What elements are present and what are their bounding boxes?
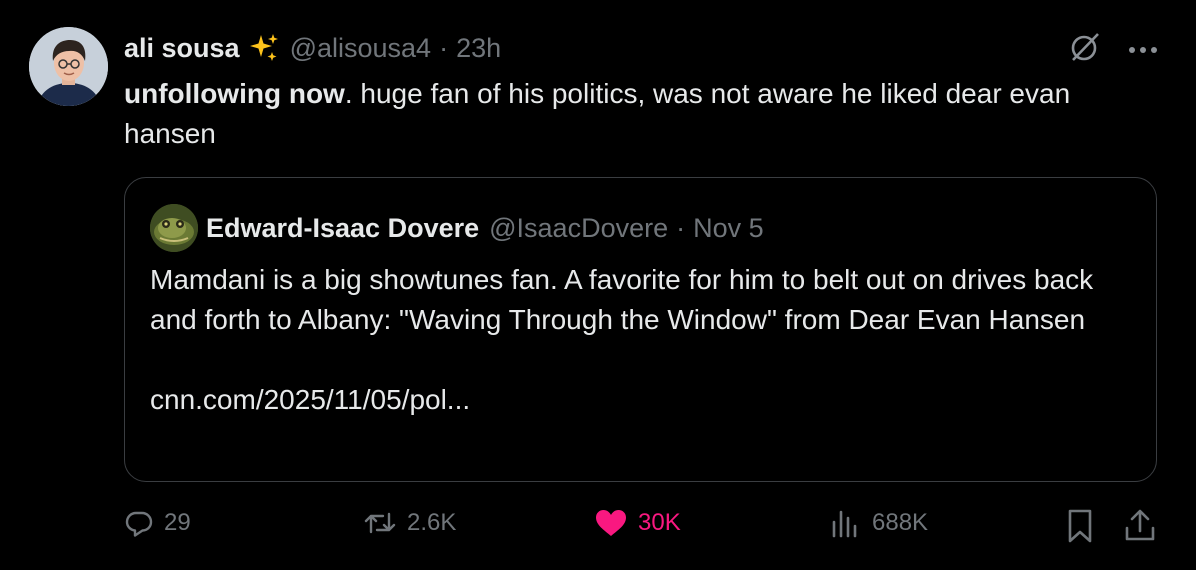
share-button[interactable] (1123, 508, 1157, 549)
tweet-text: unfollowing now. huge fan of his politic… (124, 74, 1164, 154)
bookmark-icon (1068, 509, 1092, 543)
like-count: 30K (638, 509, 681, 536)
repost-count: 2.6K (407, 509, 457, 536)
quote-header: Edward-Isaac Dovere @IsaacDovere · Nov 5 (150, 204, 764, 252)
reply-icon (125, 511, 153, 537)
heart-icon (596, 510, 626, 536)
separator-dot: · (439, 32, 449, 63)
views-button[interactable]: 688K (830, 508, 928, 538)
tweet-header: ali sousa @alisousa4 · 23h (124, 30, 501, 66)
quote-date[interactable]: Nov 5 (693, 213, 764, 244)
views-count: 688K (872, 509, 929, 536)
reply-count: 29 (164, 509, 191, 536)
avatar[interactable] (29, 27, 108, 106)
quote-avatar[interactable] (150, 204, 198, 252)
quote-author-handle[interactable]: @IsaacDovere (489, 213, 668, 244)
quote-separator-dot: · (676, 212, 686, 243)
repost-button[interactable]: 2.6K (363, 508, 456, 538)
quote-author-name[interactable]: Edward-Isaac Dovere (206, 213, 479, 244)
views-icon (832, 510, 857, 538)
repost-icon (364, 512, 396, 534)
bookmark-button[interactable] (1065, 508, 1095, 549)
author-name[interactable]: ali sousa (124, 33, 240, 64)
tweet-time[interactable]: 23h (456, 33, 501, 64)
grok-icon[interactable] (1068, 30, 1102, 69)
reply-button[interactable]: 29 (124, 508, 191, 538)
author-handle[interactable]: @alisousa4 (290, 33, 432, 64)
sparkles-emoji-icon (248, 32, 280, 64)
like-button[interactable]: 30K (594, 508, 681, 538)
more-icon[interactable] (1128, 41, 1158, 59)
quoted-tweet[interactable]: Edward-Isaac Dovere @IsaacDovere · Nov 5… (124, 177, 1157, 482)
share-icon (1125, 509, 1155, 541)
action-bar: 29 2.6K 30K 688K (124, 508, 1164, 552)
quote-text: Mamdani is a big showtunes fan. A favori… (150, 264, 1094, 415)
tweet-text-bold: unfollowing now (124, 78, 345, 109)
